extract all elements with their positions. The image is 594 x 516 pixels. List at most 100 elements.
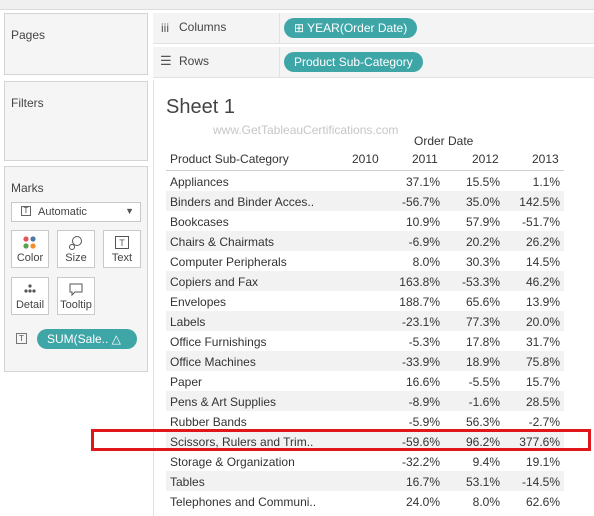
chevron-down-icon: ▼ [125, 206, 134, 216]
cell-2013: 75.8% [525, 355, 560, 369]
cell-2013: 1.1% [532, 175, 560, 189]
table-row[interactable]: Appliances 37.1% 15.5% 1.1% [166, 171, 564, 191]
pages-title: Pages [11, 28, 46, 42]
row-header: Product Sub-Category [170, 152, 289, 166]
text-encoding-icon: T [16, 333, 27, 344]
cell-2011: -56.7% [401, 195, 440, 209]
cell-2013: 62.6% [525, 495, 560, 509]
cell-2011: -8.9% [408, 395, 440, 409]
mark-type-value: Automatic [38, 206, 87, 218]
cell-2011: 163.8% [399, 275, 440, 289]
detail-icon [12, 282, 48, 298]
table-row[interactable]: Bookcases 10.9% 57.9% -51.7% [166, 211, 564, 231]
cell-2012: 20.2% [465, 235, 500, 249]
cell-2012: 77.3% [465, 315, 500, 329]
highlight-box [91, 429, 591, 451]
cell-2011: 188.7% [399, 295, 440, 309]
table-row[interactable]: Computer Peripherals 8.0% 30.3% 14.5% [166, 251, 564, 271]
cell-2013: 142.5% [519, 195, 560, 209]
filters-title: Filters [11, 96, 44, 110]
year-header-2011: 2011 [412, 152, 438, 166]
shelf-divider [279, 47, 280, 77]
cell-2011: -5.3% [408, 335, 440, 349]
year-header-2010: 2010 [352, 152, 379, 166]
cell-2012: 9.4% [472, 455, 500, 469]
tooltip-button[interactable]: Tooltip [57, 277, 95, 315]
cell-2013: 28.5% [525, 395, 560, 409]
marks-sum-pill[interactable]: SUM(Sale.. △ [37, 329, 137, 349]
cell-2012: 57.9% [465, 215, 500, 229]
cell-2012: 30.3% [465, 255, 500, 269]
sheet-title: Sheet 1 [166, 96, 235, 118]
rows-shelf: ☰ Rows Product Sub-Category [153, 47, 594, 78]
color-button[interactable]: Color [11, 230, 49, 268]
table-row[interactable]: Tables 16.7% 53.1% -14.5% [166, 471, 564, 491]
cell-2012: 65.6% [465, 295, 500, 309]
text-button[interactable]: T Text [103, 230, 141, 268]
detail-button[interactable]: Detail [11, 277, 49, 315]
row-label: Labels [170, 315, 206, 329]
cell-2011: -5.9% [408, 415, 440, 429]
mark-type-dropdown[interactable]: T Automatic ▼ [11, 202, 141, 222]
size-label: Size [65, 252, 87, 264]
cell-2012: 8.0% [472, 495, 500, 509]
rows-label: Rows [179, 54, 210, 68]
cell-2011: -6.9% [408, 235, 440, 249]
tooltip-label: Tooltip [60, 299, 92, 311]
column-group-header: Order Date [414, 134, 474, 148]
columns-icon: iii [161, 21, 169, 35]
cell-2011: 37.1% [405, 175, 440, 189]
cell-2012: 35.0% [465, 195, 500, 209]
cell-2011: -33.9% [401, 355, 440, 369]
cell-2011: 10.9% [405, 215, 440, 229]
color-label: Color [16, 252, 44, 264]
marks-title: Marks [11, 181, 44, 195]
cell-2012: 17.8% [465, 335, 500, 349]
columns-pill[interactable]: ⊞ YEAR(Order Date) [284, 18, 418, 38]
filters-card: Filters [4, 81, 148, 161]
cell-2013: -14.5% [521, 475, 560, 489]
table-row[interactable]: Paper 16.6% -5.5% 15.7% [166, 371, 564, 391]
cell-2013: 20.0% [525, 315, 560, 329]
rows-icon: ☰ [160, 53, 172, 68]
cell-2012: -1.6% [468, 395, 500, 409]
cell-2012: 15.5% [465, 175, 500, 189]
detail-label: Detail [15, 299, 45, 311]
table-row[interactable]: Office Machines -33.9% 18.9% 75.8% [166, 351, 564, 371]
cell-2012: 53.1% [465, 475, 500, 489]
rows-pill[interactable]: Product Sub-Category [284, 52, 423, 72]
row-label: Pens & Art Supplies [170, 395, 277, 409]
cell-2011: 16.7% [405, 475, 440, 489]
row-label: Office Machines [170, 355, 256, 369]
row-label: Envelopes [170, 295, 227, 309]
size-icon [58, 235, 94, 251]
table-row[interactable]: Envelopes 188.7% 65.6% 13.9% [166, 291, 564, 311]
cell-2013: -2.7% [528, 415, 560, 429]
cell-2011: 24.0% [405, 495, 440, 509]
row-label: Telephones and Communi.. [170, 495, 317, 509]
table-row[interactable]: Storage & Organization -32.2% 9.4% 19.1% [166, 451, 564, 471]
size-button[interactable]: Size [57, 230, 95, 268]
color-icon [12, 235, 48, 251]
row-label: Chairs & Chairmats [170, 235, 275, 249]
columns-label: Columns [179, 20, 227, 34]
row-label: Copiers and Fax [170, 275, 259, 289]
row-label: Office Furnishings [170, 335, 267, 349]
cell-2011: -32.2% [401, 455, 440, 469]
table-row[interactable]: Chairs & Chairmats -6.9% 20.2% 26.2% [166, 231, 564, 251]
cell-2013: 46.2% [525, 275, 560, 289]
table-row[interactable]: Binders and Binder Acces.. -56.7% 35.0% 142… [166, 191, 564, 211]
table-row[interactable]: Labels -23.1% 77.3% 20.0% [166, 311, 564, 331]
watermark: www.GetTableauCertifications.com [213, 123, 399, 137]
cell-2013: 19.1% [525, 455, 560, 469]
table-row[interactable]: Telephones and Communi.. 24.0% 8.0% 62.6% [166, 491, 564, 511]
text-label: Text [111, 252, 133, 264]
table-row[interactable]: Pens & Art Supplies -8.9% -1.6% 28.5% [166, 391, 564, 411]
table-row[interactable]: Copiers and Fax 163.8% -53.3% 46.2% [166, 271, 564, 291]
row-label: Computer Peripherals [170, 255, 287, 269]
marks-card: Marks T Automatic ▼ Color Size T Text De… [4, 166, 148, 372]
table-row[interactable]: Office Furnishings -5.3% 17.8% 31.7% [166, 331, 564, 351]
cell-2013: -51.7% [521, 215, 560, 229]
row-label: Binders and Binder Acces.. [170, 195, 315, 209]
table-row[interactable]: Rubber Bands -5.9% 56.3% -2.7% [166, 411, 564, 431]
